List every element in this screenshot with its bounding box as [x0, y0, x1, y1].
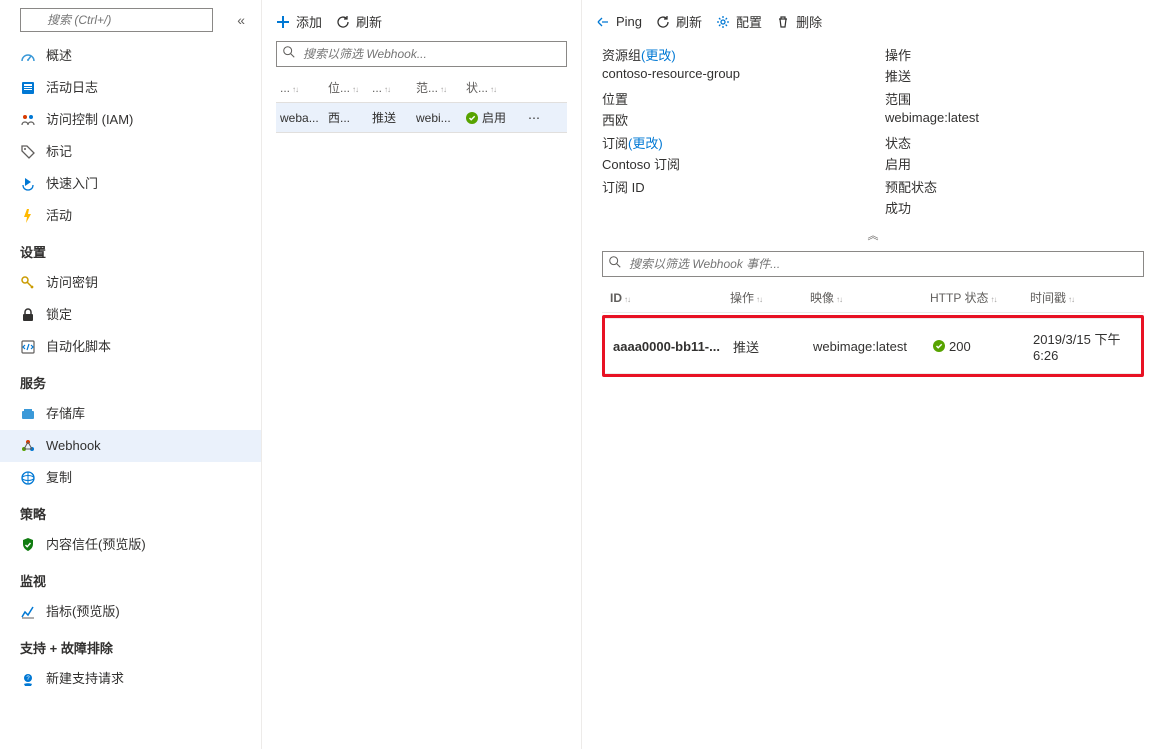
iam-icon	[20, 112, 36, 128]
section-header: 设置	[0, 232, 261, 267]
detail-状态: 状态启用	[885, 133, 1144, 173]
webhook-filter-input[interactable]	[276, 41, 567, 67]
detail-value[interactable]: contoso-resource-group	[602, 66, 861, 81]
config-button[interactable]: 配置	[716, 12, 762, 31]
nav-replication[interactable]: 复制	[0, 462, 261, 494]
search-icon	[282, 45, 296, 59]
detail-预配状态: 预配状态成功	[885, 177, 1144, 217]
detail-订阅 ID: 订阅 ID	[602, 177, 861, 217]
nav-label: 复制	[46, 468, 72, 488]
quickstart-icon	[20, 176, 36, 192]
nav-label: 标记	[46, 142, 72, 162]
events-filter-input[interactable]	[602, 251, 1144, 277]
status-ok-icon	[466, 112, 478, 124]
collapse-details-icon[interactable]: ︽	[582, 225, 1164, 251]
section-header: 策略	[0, 494, 261, 529]
nav-label: 存储库	[46, 404, 85, 424]
nav-label: 锁定	[46, 305, 72, 325]
detail-value: 推送	[885, 66, 1144, 85]
nav-label: Webhook	[46, 436, 101, 456]
section-header: 监视	[0, 561, 261, 596]
detail-位置: 位置西欧	[602, 89, 861, 129]
middle-panel: 添加 刷新 ...↑↓ 位...↑↓ ...↑↓ 范...↑↓ 状...↑↓ w…	[262, 0, 582, 749]
add-button[interactable]: 添加	[276, 12, 322, 31]
detail-panel: Ping 刷新 配置 删除 资源组(更改)contoso-resource-gr…	[582, 0, 1164, 749]
detail-操作: 操作推送	[885, 45, 1144, 85]
nav-iam[interactable]: 访问控制 (IAM)	[0, 104, 261, 136]
refresh-right-button[interactable]: 刷新	[656, 12, 702, 31]
nav-label: 活动	[46, 206, 72, 226]
nav-overview[interactable]: 概述	[0, 40, 261, 72]
highlighted-event-row: aaaa0000-bb11-... 推送 webimage:latest 200…	[602, 315, 1144, 377]
nav-script[interactable]: 自动化脚本	[0, 331, 261, 363]
add-label: 添加	[296, 12, 322, 31]
row-menu-icon[interactable]: ⋯	[526, 111, 546, 125]
change-link[interactable]: (更改)	[641, 48, 676, 63]
ping-button[interactable]: Ping	[596, 14, 642, 29]
key-icon	[20, 275, 36, 291]
config-label: 配置	[736, 12, 762, 31]
nav-metrics[interactable]: 指标(预览版)	[0, 596, 261, 628]
nav-log[interactable]: 活动日志	[0, 72, 261, 104]
section-header: 支持 + 故障排除	[0, 628, 261, 663]
sidebar: « 概述活动日志访问控制 (IAM) 标记快速入门活动 设置访问密钥锁定自动化脚本…	[0, 0, 262, 749]
detail-范围: 范围webimage:latest	[885, 89, 1144, 129]
ping-label: Ping	[616, 14, 642, 29]
support-icon: ?	[20, 671, 36, 687]
nav-tag[interactable]: 标记	[0, 136, 261, 168]
detail-value[interactable]: Contoso 订阅	[602, 154, 861, 173]
detail-value: 成功	[885, 198, 1144, 217]
search-icon	[608, 255, 622, 269]
events-icon	[20, 208, 36, 224]
status-ok-icon	[933, 340, 945, 352]
detail-value: 启用	[885, 154, 1144, 173]
nav-support[interactable]: ? 新建支持请求	[0, 663, 261, 695]
webhook-table-header: ...↑↓ 位...↑↓ ...↑↓ 范...↑↓ 状...↑↓	[276, 73, 567, 102]
nav-label: 新建支持请求	[46, 669, 124, 689]
delete-label: 删除	[796, 12, 822, 31]
nav-label: 自动化脚本	[46, 337, 111, 357]
tag-icon	[20, 144, 36, 160]
lock-icon	[20, 307, 36, 323]
nav-label: 概述	[46, 46, 72, 66]
detail-订阅: 订阅(更改)Contoso 订阅	[602, 133, 861, 173]
log-icon	[20, 80, 36, 96]
refresh-right-label: 刷新	[676, 12, 702, 31]
change-link[interactable]: (更改)	[628, 136, 663, 151]
detail-资源组: 资源组(更改)contoso-resource-group	[602, 45, 861, 85]
nav-label: 活动日志	[46, 78, 98, 98]
replication-icon	[20, 470, 36, 486]
nav-shield[interactable]: 内容信任(预览版)	[0, 529, 261, 561]
nav-label: 快速入门	[46, 174, 98, 194]
sidebar-search-input[interactable]	[20, 8, 213, 32]
events-table-header: ID↑↓ 操作↑↓ 映像↑↓ HTTP 状态↑↓ 时间戳↑↓	[602, 283, 1144, 313]
nav-label: 访问控制 (IAM)	[46, 110, 133, 130]
nav-quickstart[interactable]: 快速入门	[0, 168, 261, 200]
detail-value: webimage:latest	[885, 110, 1144, 125]
nav-label: 指标(预览版)	[46, 602, 120, 622]
nav-lock[interactable]: 锁定	[0, 299, 261, 331]
webhook-icon	[20, 438, 36, 454]
event-row[interactable]: aaaa0000-bb11-... 推送 webimage:latest 200…	[605, 318, 1141, 374]
nav-webhook[interactable]: Webhook	[0, 430, 261, 462]
refresh-button[interactable]: 刷新	[336, 12, 382, 31]
section-header: 服务	[0, 363, 261, 398]
nav-key[interactable]: 访问密钥	[0, 267, 261, 299]
overview-icon	[20, 48, 36, 64]
nav-label: 内容信任(预览版)	[46, 535, 146, 555]
nav-repo[interactable]: 存储库	[0, 398, 261, 430]
detail-value: 西欧	[602, 110, 861, 129]
repo-icon	[20, 406, 36, 422]
delete-button[interactable]: 删除	[776, 12, 822, 31]
nav-events[interactable]: 活动	[0, 200, 261, 232]
webhook-row[interactable]: weba... 西... 推送 webi... 启用 ⋯	[276, 102, 567, 133]
collapse-sidebar-icon[interactable]: «	[237, 12, 245, 28]
shield-icon	[20, 537, 36, 553]
nav-label: 访问密钥	[46, 273, 98, 293]
metrics-icon	[20, 604, 36, 620]
refresh-label: 刷新	[356, 12, 382, 31]
script-icon	[20, 339, 36, 355]
